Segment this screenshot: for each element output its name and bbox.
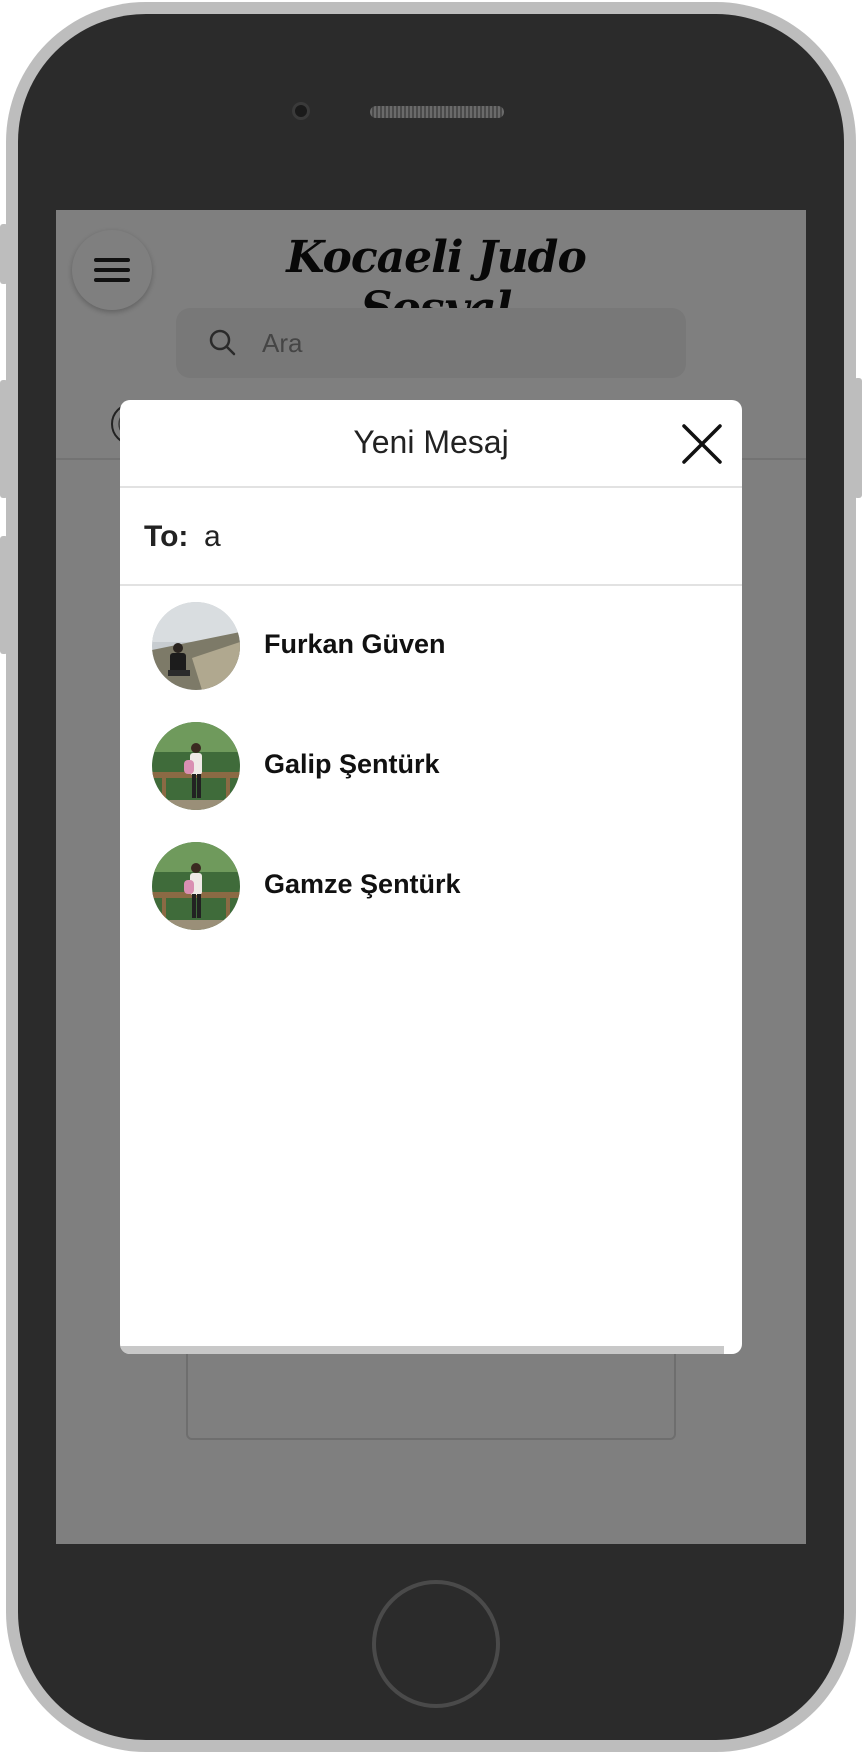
volume-down-button xyxy=(0,536,8,654)
volume-up-button xyxy=(0,380,8,498)
modal-header: Yeni Mesaj xyxy=(120,400,742,488)
list-item[interactable]: Furkan Güven xyxy=(120,586,742,706)
list-item[interactable]: Galip Şentürk xyxy=(120,706,742,826)
list-item[interactable]: Gamze Şentürk xyxy=(120,826,742,946)
result-name: Gamze Şentürk xyxy=(264,869,461,899)
mute-switch xyxy=(0,224,8,284)
modal-title: Yeni Mesaj xyxy=(353,424,509,460)
recipient-results-list: Furkan Güven Galip Şentürk Gamze Şentürk xyxy=(120,586,742,946)
front-camera xyxy=(292,102,310,120)
earpiece-speaker xyxy=(370,106,504,118)
result-name: Galip Şentürk xyxy=(264,749,440,779)
avatar xyxy=(152,602,240,690)
recipient-search-input[interactable] xyxy=(204,512,704,562)
power-button xyxy=(854,378,862,498)
new-message-modal: Yeni Mesaj To: Furkan G xyxy=(120,400,742,1354)
screen: Kocaeli Judo Sosyal Ara xyxy=(56,210,806,1544)
home-button[interactable] xyxy=(372,1580,500,1708)
result-name: Furkan Güven xyxy=(264,629,446,659)
avatar xyxy=(152,842,240,930)
to-label: To: xyxy=(144,520,189,553)
avatar xyxy=(152,722,240,810)
horizontal-scrollbar[interactable] xyxy=(120,1346,724,1354)
recipient-row: To: xyxy=(120,488,742,586)
close-icon[interactable] xyxy=(680,422,724,466)
